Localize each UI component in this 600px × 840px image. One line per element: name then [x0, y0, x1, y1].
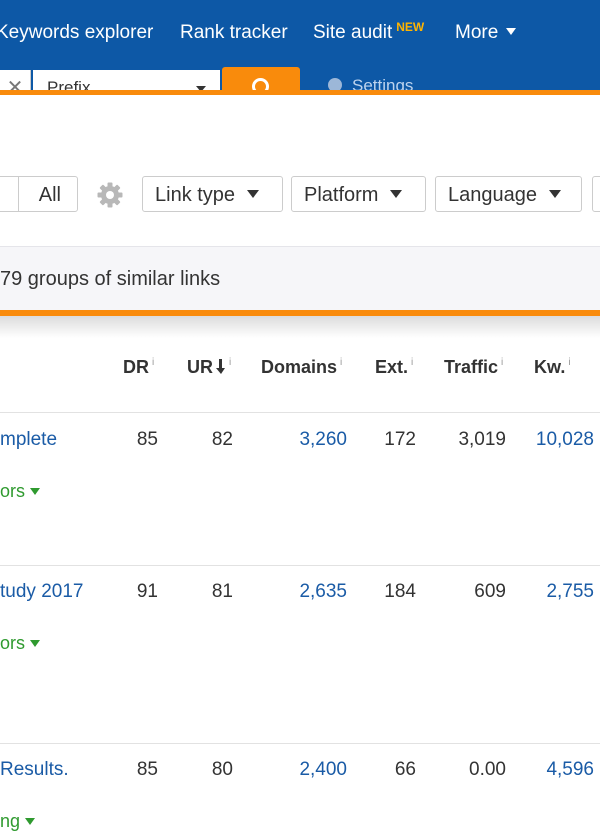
traffic-value: 0.00	[469, 759, 506, 780]
ext-value: 184	[384, 581, 416, 602]
next-filter-dropdown[interactable]	[592, 176, 600, 212]
ur-value: 80	[211, 759, 233, 780]
anchor-dropdown-link[interactable]: ors	[0, 633, 41, 654]
groups-summary-text: 79 groups of similar links	[0, 268, 221, 290]
kw-value[interactable]: 4,596	[546, 759, 594, 781]
link-type-label: Link type	[155, 184, 236, 206]
chevron-down-icon	[30, 639, 41, 647]
nav-keywords-explorer[interactable]: Keywords explorer	[0, 22, 153, 44]
info-icon[interactable]: i	[229, 357, 231, 368]
row-divider	[0, 565, 600, 566]
anchor-dropdown-link[interactable]: ng	[0, 811, 36, 832]
domains-value[interactable]: 2,635	[299, 581, 347, 603]
chevron-down-icon	[390, 189, 403, 198]
row-divider	[0, 412, 600, 413]
column-header-traffic[interactable]: Traffic i	[444, 357, 503, 378]
column-header-kw[interactable]: Kw. i	[534, 357, 571, 378]
language-label: Language	[448, 184, 537, 206]
language-dropdown[interactable]: Language	[435, 176, 582, 212]
chevron-down-icon	[30, 487, 41, 495]
kw-value[interactable]: 10,028	[536, 429, 594, 451]
ext-value: 66	[394, 759, 416, 780]
backlink-title-link[interactable]: Results.	[0, 759, 69, 781]
nav-more[interactable]: More	[455, 22, 517, 44]
panel-shadow	[0, 316, 600, 338]
platform-dropdown[interactable]: Platform	[291, 176, 426, 212]
traffic-label: Traffic	[444, 357, 499, 377]
row-divider	[0, 743, 600, 744]
nav-site-audit[interactable]: Site audit NEW	[313, 20, 425, 44]
ur-label: UR	[187, 357, 213, 377]
anchor-label: ng	[0, 811, 21, 831]
chevron-down-icon	[25, 817, 36, 825]
nav-site-audit-label: Site audit	[313, 22, 393, 43]
new-badge: NEW	[396, 20, 425, 34]
domains-value[interactable]: 3,260	[299, 429, 347, 451]
dr-value: 91	[136, 581, 158, 602]
gear-icon[interactable]	[96, 181, 124, 209]
chevron-down-icon	[247, 189, 260, 198]
ur-value: 82	[211, 429, 233, 450]
ext-value: 172	[384, 429, 416, 450]
dr-value: 85	[136, 429, 158, 450]
traffic-value: 609	[474, 581, 506, 602]
column-header-domains[interactable]: Domains i	[261, 357, 342, 378]
platform-label: Platform	[304, 184, 379, 206]
anchor-label: ors	[0, 481, 26, 501]
filter-all-label: All	[38, 184, 61, 206]
column-header-ext[interactable]: Ext. i	[375, 357, 413, 378]
nav-more-label: More	[455, 22, 499, 43]
top-nav: Keywords explorer Rank tracker Site audi…	[0, 0, 600, 95]
anchor-dropdown-link[interactable]: ors	[0, 481, 41, 502]
info-icon[interactable]: i	[340, 357, 342, 368]
info-icon[interactable]: i	[501, 357, 503, 368]
traffic-value: 3,019	[458, 429, 506, 450]
dr-value: 85	[136, 759, 158, 780]
chevron-down-icon	[548, 189, 561, 198]
column-header-ur[interactable]: UR i	[187, 357, 231, 378]
domains-value[interactable]: 2,400	[299, 759, 347, 781]
sort-down-icon	[216, 359, 226, 375]
link-type-dropdown[interactable]: Link type	[142, 176, 283, 212]
kw-value[interactable]: 2,755	[546, 581, 594, 603]
domains-label: Domains	[261, 357, 338, 377]
chevron-down-icon	[506, 28, 517, 36]
anchor-label: ors	[0, 633, 26, 653]
ur-value: 81	[211, 581, 233, 602]
ext-label: Ext.	[375, 357, 409, 377]
info-icon[interactable]: i	[411, 357, 413, 368]
info-icon[interactable]: i	[568, 357, 570, 368]
dr-label: DR	[123, 357, 149, 377]
column-header-dr[interactable]: DR i	[123, 357, 154, 378]
nav-rank-tracker[interactable]: Rank tracker	[180, 22, 288, 44]
backlink-title-link[interactable]: mplete	[0, 429, 57, 451]
kw-label: Kw.	[534, 357, 566, 377]
info-icon[interactable]: i	[152, 357, 154, 368]
filter-prev-button[interactable]	[0, 176, 19, 212]
backlink-title-link[interactable]: tudy 2017	[0, 581, 83, 603]
